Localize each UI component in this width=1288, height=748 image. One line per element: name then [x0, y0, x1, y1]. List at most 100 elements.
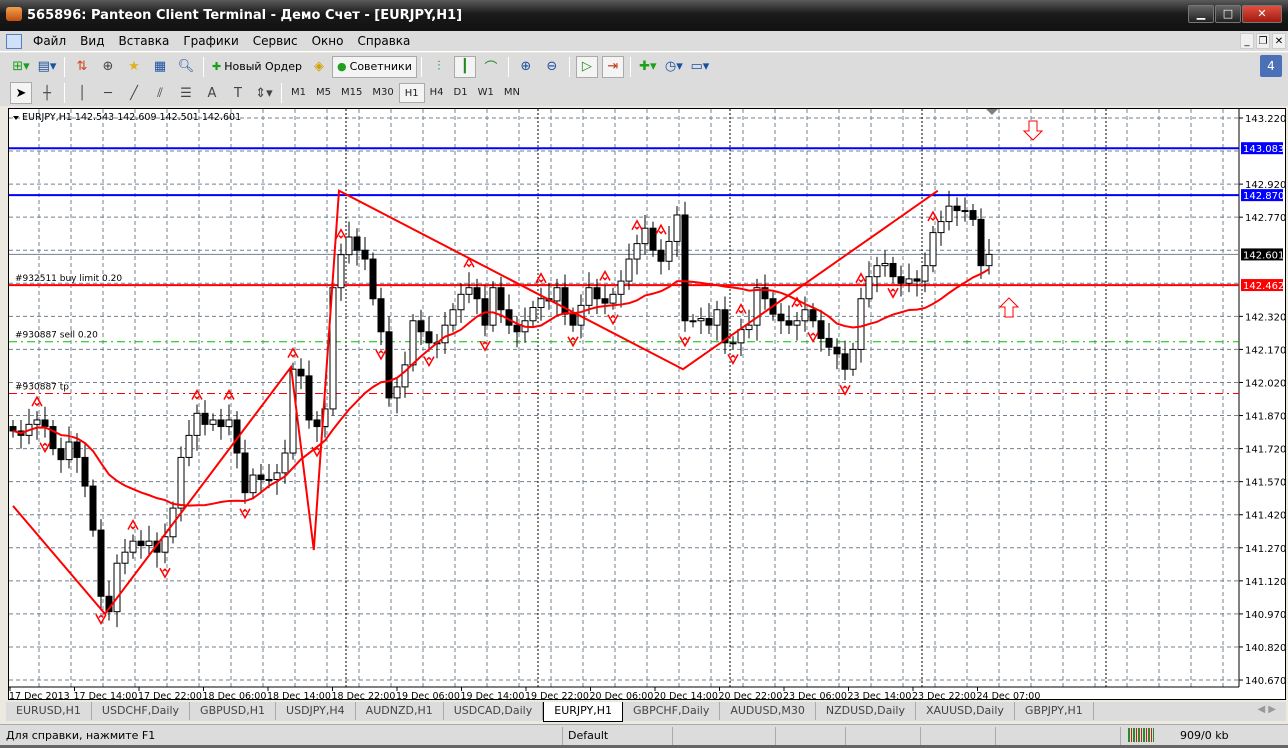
- chart-window-icon[interactable]: [6, 33, 22, 49]
- menu-help[interactable]: Справка: [351, 34, 418, 48]
- close-button[interactable]: ✕: [1242, 5, 1282, 23]
- chart-shift-icon[interactable]: ⇥: [601, 55, 624, 78]
- mdi-restore-button[interactable]: ❐: [1256, 33, 1270, 49]
- menu-window[interactable]: Окно: [305, 34, 351, 48]
- timeframe-w1[interactable]: W1: [473, 83, 499, 103]
- x-tick-label: 18 Dec 22:00: [332, 691, 396, 701]
- timeframe-h4[interactable]: H4: [425, 83, 449, 103]
- chart-tab[interactable]: AUDNZD,H1: [356, 702, 444, 720]
- trendline-icon[interactable]: ╱: [123, 82, 145, 104]
- line-chart-icon[interactable]: ⌒: [480, 56, 502, 78]
- bear-candle: [649, 227, 657, 251]
- horizontal-line-icon[interactable]: ─: [97, 82, 119, 104]
- chart-tab[interactable]: NZDUSD,Daily: [816, 702, 916, 720]
- auto-scroll-icon[interactable]: ▷: [575, 55, 598, 78]
- text-label-icon[interactable]: T: [227, 82, 249, 104]
- bear-candle: [977, 218, 985, 267]
- menu-insert[interactable]: Вставка: [111, 34, 176, 48]
- fractal-up-icon: [127, 519, 139, 530]
- x-tick-label: 18 Dec 06:00: [203, 691, 267, 701]
- chart-tab[interactable]: EURUSD,H1: [6, 702, 92, 720]
- minimize-button[interactable]: ▁: [1188, 5, 1214, 23]
- maximize-button[interactable]: □: [1215, 5, 1241, 23]
- timeframe-m1[interactable]: M1: [286, 83, 311, 103]
- timeframe-m5[interactable]: M5: [311, 83, 336, 103]
- mdi-minimize-button[interactable]: _: [1240, 33, 1254, 49]
- vertical-line-icon[interactable]: │: [71, 82, 93, 104]
- price-label: 143.083: [1243, 144, 1284, 155]
- bull-candle: [113, 562, 121, 613]
- equidistant-channel-icon[interactable]: ⫽: [149, 82, 171, 104]
- tab-scroll-arrows[interactable]: ◀ ▶: [1257, 704, 1276, 715]
- timeframe-h1[interactable]: H1: [398, 83, 425, 103]
- templates-icon[interactable]: ▭▾: [689, 56, 711, 78]
- periods-icon[interactable]: ◷▾: [663, 56, 685, 78]
- fractal-down-icon: [887, 287, 899, 299]
- zoom-in-icon[interactable]: ⊕: [515, 56, 537, 78]
- timeframe-mn[interactable]: MN: [499, 83, 525, 103]
- fibonacci-icon[interactable]: ☰: [175, 82, 197, 104]
- bull-candle: [665, 240, 673, 262]
- chart-tab[interactable]: GBPJPY,H1: [1015, 702, 1094, 720]
- timeframe-m30[interactable]: M30: [367, 83, 398, 103]
- bear-candle: [473, 287, 481, 300]
- chart-tab[interactable]: USDCAD,Daily: [444, 702, 544, 720]
- chart-tab[interactable]: AUDUSD,M30: [720, 702, 816, 720]
- bull-candle: [673, 214, 681, 242]
- x-tick-label: 17 Dec 2013: [9, 691, 70, 701]
- data-window-icon[interactable]: ⊕: [97, 56, 119, 78]
- chart-tab[interactable]: GBPCHF,Daily: [623, 702, 721, 720]
- price-chart[interactable]: 143.220142.920142.770142.320142.170142.0…: [9, 109, 1287, 701]
- chart-tab[interactable]: XAUUSD,Daily: [916, 702, 1015, 720]
- menu-file[interactable]: Файл: [26, 34, 73, 48]
- menu-view[interactable]: Вид: [73, 34, 111, 48]
- new-chart-icon[interactable]: ⊞▾: [10, 56, 32, 78]
- x-tick-label: 24 Dec 07:00: [977, 691, 1041, 701]
- timeframe-m15[interactable]: M15: [336, 83, 367, 103]
- crosshair-icon[interactable]: ┼: [36, 82, 58, 104]
- text-icon[interactable]: A: [201, 82, 223, 104]
- menu-tools[interactable]: Сервис: [246, 34, 305, 48]
- timeframe-d1[interactable]: D1: [449, 83, 473, 103]
- menu-charts[interactable]: Графики: [176, 34, 245, 48]
- navigator-icon[interactable]: ★: [123, 56, 145, 78]
- bull-candle: [697, 318, 705, 322]
- notifications-button[interactable]: 4: [1260, 55, 1282, 77]
- mdi-close-button[interactable]: ✕: [1272, 33, 1286, 49]
- bar-chart-icon[interactable]: ⫶: [428, 56, 450, 78]
- fractal-down-icon: [239, 508, 251, 520]
- connection-status-icon: [1128, 728, 1154, 742]
- indicators-icon[interactable]: ✚▾: [637, 56, 659, 78]
- chart-window[interactable]: 143.220 142.920 142.770 142.320 142.170 142.0…: [8, 108, 1287, 701]
- fractal-down-icon: [807, 332, 819, 343]
- x-tick-label: 23 Dec 22:00: [912, 691, 976, 701]
- candlestick-icon[interactable]: ┃: [453, 55, 476, 78]
- cursor-icon[interactable]: ➤: [10, 82, 32, 104]
- experts-button[interactable]: ● Советники: [332, 55, 417, 78]
- chart-tab[interactable]: USDCHF,Daily: [92, 702, 191, 720]
- arrows-icon[interactable]: ⇕▾: [253, 82, 275, 104]
- fractal-up-icon: [855, 272, 867, 284]
- chart-tab[interactable]: GBPUSD,H1: [190, 702, 277, 720]
- bull-candle: [489, 287, 497, 326]
- chart-tab[interactable]: EURJPY,H1: [543, 702, 624, 722]
- chart-tab[interactable]: USDJPY,H4: [276, 702, 356, 720]
- bear-candle: [241, 452, 249, 494]
- bear-candle: [809, 309, 817, 322]
- bull-candle: [409, 320, 417, 366]
- metaeditor-icon[interactable]: ◈: [308, 56, 330, 78]
- strategy-tester-icon[interactable]: 🔍︎: [175, 56, 197, 78]
- profiles-icon[interactable]: ▤▾: [36, 56, 58, 78]
- chart-info-label: EURJPY,H1 142.543 142.609 142.501 142.60…: [22, 112, 241, 123]
- zoom-out-icon[interactable]: ⊖: [541, 56, 563, 78]
- x-tick-label: 19 Dec 22:00: [525, 691, 589, 701]
- market-watch-icon[interactable]: ⇅: [71, 56, 93, 78]
- bear-candle: [569, 313, 577, 326]
- terminal-icon[interactable]: ▦: [149, 56, 171, 78]
- new-order-button[interactable]: ✚ Новый Ордер: [208, 56, 306, 78]
- price-label: 142.601: [1243, 250, 1284, 261]
- fractal-up-icon: [927, 210, 939, 222]
- order-label-tp: #930887 tp: [15, 383, 69, 393]
- bear-candle: [817, 320, 825, 339]
- order-label-buy_limit: #932511 buy limit 0.20: [15, 274, 122, 284]
